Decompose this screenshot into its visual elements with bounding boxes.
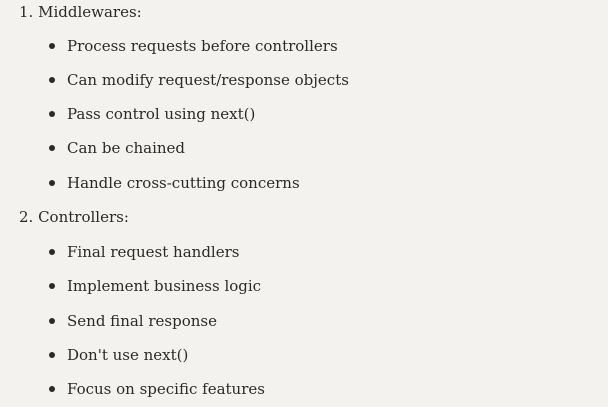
bullet-icon: [49, 318, 55, 324]
list-item-text: Send final response: [67, 312, 217, 330]
list-item-text: Can be chained: [67, 139, 186, 157]
list-item-text: Final request handlers: [67, 243, 240, 261]
list-item: Final request handlers: [49, 242, 239, 262]
list-item: Don't use next(): [49, 345, 188, 365]
list-item: Pass control using next(): [49, 104, 255, 124]
bullet-icon: [49, 145, 55, 151]
list-item: Focus on specific features: [49, 379, 265, 399]
list-item-text: Pass control using next(): [67, 105, 256, 123]
bullet-icon: [49, 352, 55, 358]
list-item: Can modify request/response objects: [49, 70, 349, 90]
list-item-text: Can modify request/response objects: [67, 71, 349, 89]
bullet-icon: [49, 283, 55, 289]
bullet-icon: [49, 249, 55, 255]
bullet-icon: [49, 77, 55, 83]
bullet-icon: [49, 111, 55, 117]
list-item-text: Focus on specific features: [67, 380, 265, 398]
section-title-controllers: 2. Controllers:: [19, 208, 129, 226]
list-item-text: Handle cross-cutting concerns: [67, 174, 300, 192]
list-item: Can be chained: [49, 138, 185, 158]
list-item: Implement business logic: [49, 276, 261, 296]
list-item-text: Don't use next(): [67, 346, 189, 364]
list-item-text: Process requests before controllers: [67, 37, 338, 55]
list-item: Handle cross-cutting concerns: [49, 173, 300, 193]
list-item: Process requests before controllers: [49, 36, 338, 56]
list-item: Send final response: [49, 311, 217, 331]
bullet-icon: [49, 180, 55, 186]
document-page: 1. Middlewares: Process requests before …: [0, 0, 608, 407]
list-item-text: Implement business logic: [67, 277, 262, 295]
bullet-icon: [49, 43, 55, 49]
section-title-middlewares: 1. Middlewares:: [19, 3, 142, 21]
bullet-icon: [49, 386, 55, 392]
